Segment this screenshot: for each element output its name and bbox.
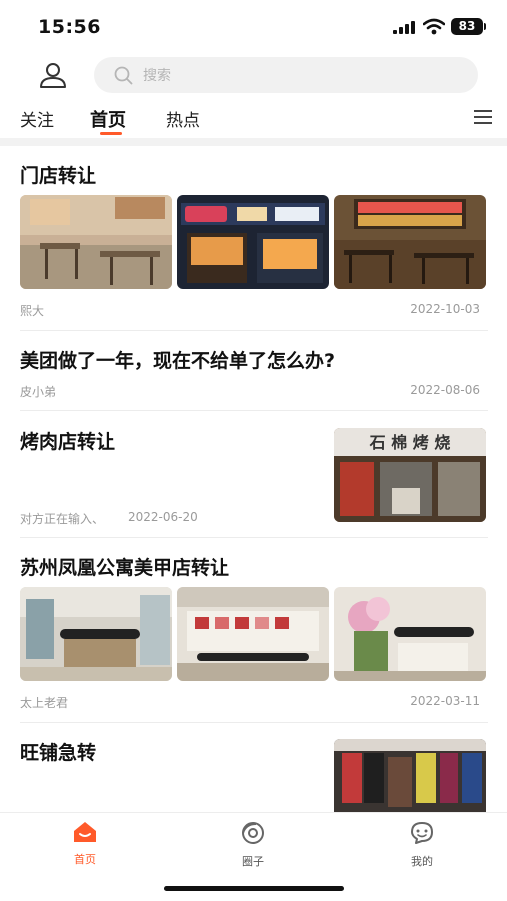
post-image-restaurant-dining-room[interactable] [334,195,486,289]
nav-circle[interactable]: 圈子 [213,821,293,869]
shop-sign-text: 石 棉 烤 烧 [369,433,451,452]
search-icon [114,66,133,85]
tab-follow[interactable]: 关注 [20,106,54,131]
post-title[interactable]: 美团做了一年，现在不给单了怎么办? [20,346,335,373]
feed-divider [20,330,488,331]
post-image-nail-salon-flowers[interactable] [334,587,486,681]
post-image-nail-salon-display[interactable] [177,587,329,681]
nav-circle-label: 圈子 [242,855,264,868]
home-icon [74,822,96,842]
battery-indicator: 83 [451,18,483,35]
post-date: 2022-08-06 [410,383,480,397]
tab-home[interactable]: 首页 [90,106,126,132]
tab-hot[interactable]: 热点 [166,106,200,131]
post-author: 对方正在输入、 [20,512,105,526]
post-title[interactable]: 苏州凤凰公寓美甲店转让 [20,553,229,580]
post-author: 太上老君 [20,696,69,710]
post-image-clothing-store[interactable] [334,739,486,812]
active-tab-indicator [100,132,122,135]
post-title[interactable]: 旺铺急转 [20,738,96,765]
battery-tip [484,23,486,30]
nav-mine-label: 我的 [411,855,433,868]
status-bar: 15:56 83 [0,0,507,52]
chat-icon [411,822,433,844]
post-image-shop-front-night[interactable] [177,195,329,289]
post-author: 熙大 [20,304,45,318]
post-date: 2022-03-11 [410,694,480,708]
post-author: 皮小弟 [20,385,57,399]
home-indicator-bar [164,886,344,891]
post-title[interactable]: 门店转让 [20,161,96,188]
user-profile-icon[interactable] [38,60,68,90]
cellular-signal-icon [393,21,415,34]
post-image-restaurant-interior[interactable] [20,195,172,289]
circle-icon [242,822,264,844]
nav-home-label: 首页 [74,853,96,866]
feed-divider [20,410,488,411]
nav-home[interactable]: 首页 [45,821,125,867]
post-title[interactable]: 烤肉店转让 [20,427,115,454]
section-divider-band [0,138,507,146]
wifi-icon [423,18,445,35]
nav-mine[interactable]: 我的 [382,821,462,869]
menu-icon[interactable] [474,110,492,124]
status-time: 15:56 [38,16,101,38]
post-date: 2022-06-20 [128,510,198,524]
search-input[interactable]: 搜索 [94,57,478,93]
post-image-nail-salon-lobby[interactable] [20,587,172,681]
post-date: 2022-10-03 [410,302,480,316]
feed-divider [20,537,488,538]
feed-divider [20,722,488,723]
post-image-bbq-shop-front[interactable]: 石 棉 烤 烧 [334,428,486,522]
search-placeholder: 搜索 [143,68,171,84]
